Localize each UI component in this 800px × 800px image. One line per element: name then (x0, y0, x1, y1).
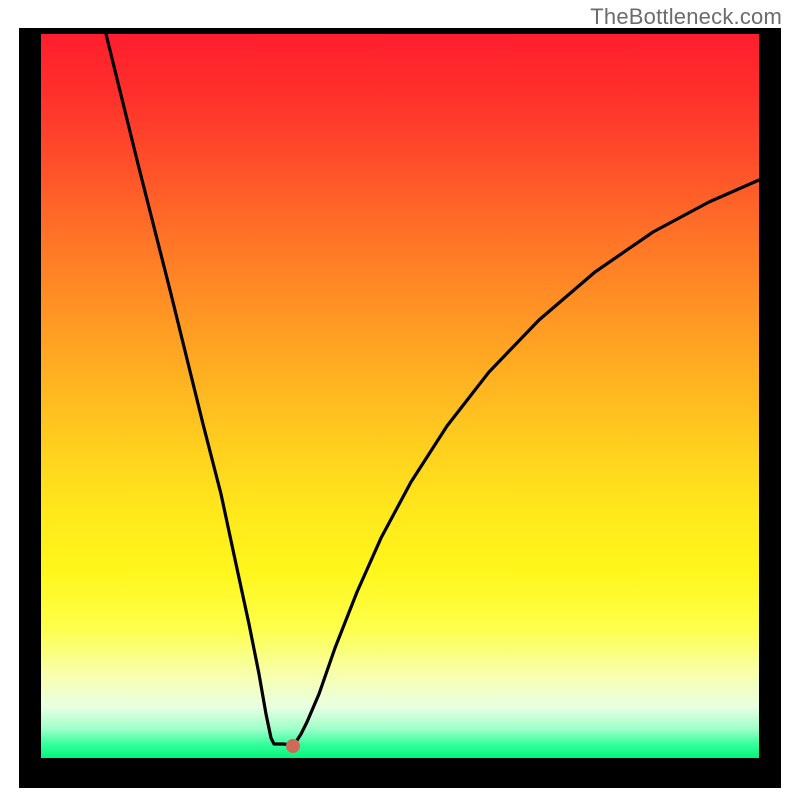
plot-frame (19, 28, 781, 788)
curve-path (106, 34, 759, 745)
watermark-text: TheBottleneck.com (590, 4, 782, 30)
minimum-marker-dot (286, 739, 300, 753)
plot-area (41, 34, 759, 758)
bottleneck-curve (41, 34, 759, 758)
chart-root: TheBottleneck.com (0, 0, 800, 800)
